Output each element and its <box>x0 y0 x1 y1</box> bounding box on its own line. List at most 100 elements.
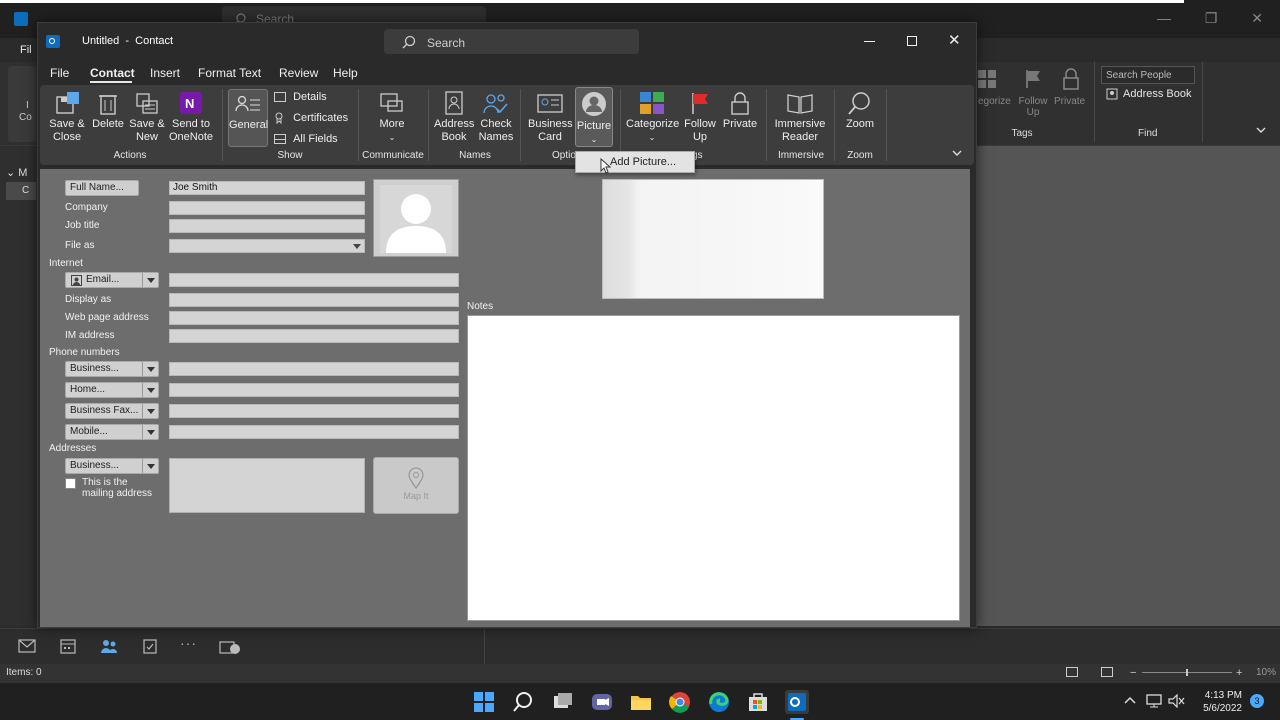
phone-business-fax-dropdown-arrow[interactable] <box>142 404 158 418</box>
web-page-input[interactable] <box>169 311 459 325</box>
im-address-input[interactable] <box>169 329 459 343</box>
task-view-icon[interactable] <box>551 690 575 714</box>
delete-button[interactable]: Delete <box>90 91 126 131</box>
items-count: Items: 0 <box>6 667 42 678</box>
menu-review[interactable]: Review <box>279 66 318 80</box>
business-card-button[interactable]: Business Card <box>528 91 573 144</box>
address-book-button[interactable]: Address Book <box>434 91 474 144</box>
job-title-input[interactable] <box>169 219 365 233</box>
minimize-icon[interactable]: — <box>1157 10 1171 28</box>
ribbon-separator <box>520 89 521 161</box>
chrome-icon[interactable] <box>668 690 692 714</box>
volume-muted-icon[interactable] <box>1168 694 1186 708</box>
microsoft-store-icon[interactable] <box>746 690 770 714</box>
calendar-icon[interactable] <box>60 638 76 654</box>
business-card-preview[interactable] <box>602 179 824 299</box>
close-icon[interactable]: ✕ <box>948 31 961 49</box>
menu-help[interactable]: Help <box>333 66 358 80</box>
email-input[interactable] <box>169 273 459 287</box>
full-name-button[interactable]: Full Name... <box>65 180 139 196</box>
save-close-button[interactable]: Save & Close <box>46 91 88 144</box>
search-people-input[interactable]: Search People <box>1101 66 1195 84</box>
search-icon[interactable] <box>511 690 535 714</box>
zoom-out-icon[interactable]: − <box>1130 667 1136 679</box>
windows-start-icon[interactable] <box>472 690 496 714</box>
address-business-button[interactable]: Business... <box>65 458 159 474</box>
picture-button[interactable]: Picture ⌄ <box>575 87 613 147</box>
system-clock[interactable]: 4:13 PM 5/6/2022 <box>1196 689 1242 715</box>
mailing-address-checkbox[interactable] <box>65 478 76 489</box>
reading-view-icon[interactable] <box>1101 667 1113 677</box>
minimize-icon[interactable] <box>864 41 875 42</box>
teams-chat-icon[interactable] <box>590 690 614 714</box>
close-icon[interactable]: ✕ <box>1251 10 1263 28</box>
teams-meeting-icon[interactable] <box>219 639 241 655</box>
menu-contact[interactable]: Contact <box>90 66 135 80</box>
zoom-in-icon[interactable]: + <box>1236 667 1242 679</box>
zoom-button[interactable]: Zoom <box>840 91 880 131</box>
notes-textarea[interactable] <box>467 315 960 621</box>
all-fields-button[interactable]: All Fields <box>274 133 338 146</box>
edge-icon[interactable] <box>707 690 731 714</box>
zoom-slider-thumb[interactable] <box>1186 669 1188 676</box>
menu-format-text[interactable]: Format Text <box>198 66 261 80</box>
map-it-button[interactable]: Map It <box>373 457 459 514</box>
file-explorer-icon[interactable] <box>629 690 653 714</box>
background-address-book-button[interactable]: Address Book <box>1123 88 1191 100</box>
general-button[interactable]: General <box>228 89 268 147</box>
normal-view-icon[interactable] <box>1066 667 1078 677</box>
follow-up-button[interactable]: Follow Up <box>682 91 718 144</box>
phone-mobile-dropdown-arrow[interactable] <box>142 425 158 439</box>
send-to-onenote-button[interactable]: N Send to OneNote <box>168 91 214 144</box>
maximize-icon[interactable] <box>907 36 917 46</box>
immersive-reader-button[interactable]: Immersive Reader <box>772 91 828 144</box>
phone-home-button[interactable]: Home... <box>65 382 159 398</box>
private-button[interactable]: Private <box>722 91 758 131</box>
zoom-level[interactable]: 10% <box>1256 667 1276 678</box>
more-button[interactable]: More ⌄ <box>374 91 410 144</box>
ribbon-expand-icon[interactable] <box>952 149 962 157</box>
mail-icon[interactable] <box>18 639 36 653</box>
module-navigation-bar: ··· <box>0 628 1280 665</box>
menu-insert[interactable]: Insert <box>150 66 180 80</box>
check-names-button[interactable]: Check Names <box>476 91 516 144</box>
phone-home-dropdown-arrow[interactable] <box>142 383 158 397</box>
full-name-input[interactable]: Joe Smith <box>169 181 365 195</box>
phone-business-dropdown-arrow[interactable] <box>142 362 158 376</box>
phone-mobile-input[interactable] <box>169 425 459 439</box>
save-new-button[interactable]: Save & New <box>128 91 166 144</box>
network-icon[interactable] <box>1146 694 1164 708</box>
people-icon[interactable] <box>100 638 118 654</box>
collapse-ribbon-icon[interactable] <box>1256 126 1266 134</box>
outlook-taskbar-icon[interactable] <box>785 690 809 714</box>
tasks-icon[interactable] <box>142 638 158 654</box>
file-as-select[interactable] <box>169 239 365 253</box>
company-input[interactable] <box>169 201 365 215</box>
phone-mobile-button[interactable]: Mobile... <box>65 424 159 440</box>
categorize-button[interactable]: Categorize ⌄ <box>626 91 679 144</box>
more-apps-icon[interactable]: ··· <box>180 635 197 651</box>
email-button[interactable]: Email... <box>65 272 159 288</box>
phone-business-fax-input[interactable] <box>169 404 459 418</box>
folder-pane-collapse[interactable]: ⌄ M <box>6 166 27 179</box>
background-file-tab[interactable]: Fil <box>20 44 32 56</box>
address-dropdown-arrow[interactable] <box>142 459 158 473</box>
certificates-button[interactable]: Certificates <box>274 112 348 125</box>
address-textarea[interactable] <box>169 458 365 513</box>
display-as-input[interactable] <box>169 293 459 307</box>
phone-business-input[interactable] <box>169 362 459 376</box>
phone-business-fax-button[interactable]: Business Fax... <box>65 403 159 419</box>
restore-icon[interactable]: ❐ <box>1205 10 1218 28</box>
add-picture-menu-item[interactable]: Add Picture... <box>576 152 694 172</box>
menu-file[interactable]: File <box>50 66 69 80</box>
chevron-up-icon[interactable] <box>1124 695 1136 705</box>
phone-home-input[interactable] <box>169 383 459 397</box>
contact-search-box[interactable]: Search <box>384 29 639 54</box>
ribbon-separator <box>1202 62 1203 142</box>
contact-photo[interactable] <box>373 179 459 257</box>
notification-badge[interactable]: 3 <box>1250 694 1264 708</box>
email-dropdown-arrow[interactable] <box>142 273 158 287</box>
folder-pane-item[interactable]: C <box>6 182 36 200</box>
details-button[interactable]: Details <box>274 91 327 104</box>
phone-business-button[interactable]: Business... <box>65 361 159 377</box>
